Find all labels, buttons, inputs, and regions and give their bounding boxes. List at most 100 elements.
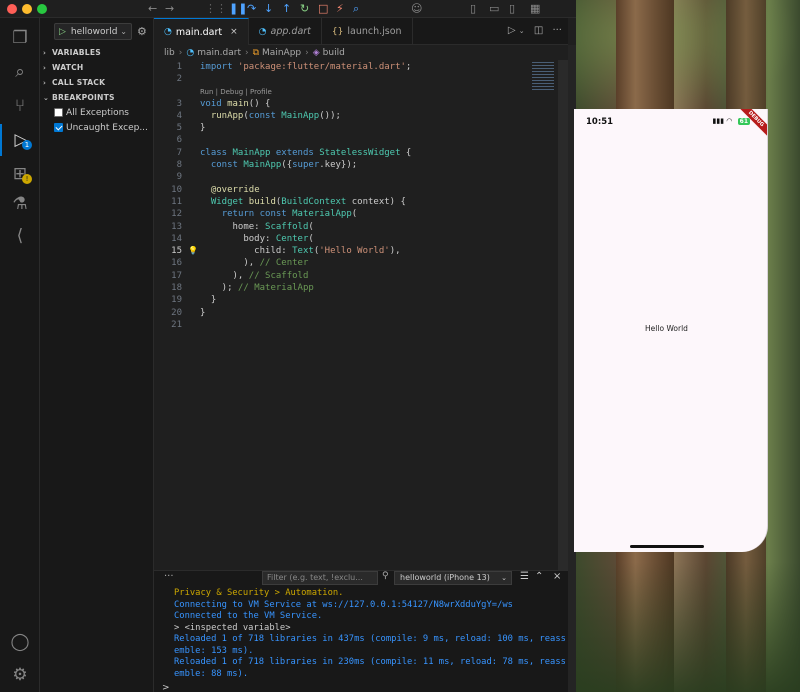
code-line[interactable]: 2 <box>154 73 568 85</box>
step-over-icon[interactable]: ↷ <box>247 2 256 16</box>
breadcrumb-item[interactable]: lib <box>164 48 175 58</box>
pause-icon[interactable]: ❚❚ <box>229 2 247 16</box>
json-file-icon: {} <box>331 26 344 37</box>
chevron-down-icon: ⌄ <box>120 27 127 36</box>
manage-gear-icon[interactable]: ⚙ <box>0 659 40 691</box>
code-line[interactable]: 5} <box>154 122 568 134</box>
close-window-button[interactable] <box>7 4 17 14</box>
toggle-sidebar-icon[interactable]: ▯ <box>470 2 476 16</box>
line-number: 14 <box>171 233 182 244</box>
checkbox[interactable] <box>54 123 63 132</box>
flutter-icon[interactable]: ⟨ <box>0 220 40 252</box>
code-line[interactable]: 9 <box>154 171 568 183</box>
code-line[interactable]: 4 runApp(const MainApp()); <box>154 110 568 122</box>
code-line[interactable]: 21 <box>154 319 568 331</box>
run-config-dropdown[interactable]: ▷ helloworld ⌄ <box>54 23 132 40</box>
code-line[interactable]: 3 void main() { <box>154 98 568 110</box>
section-watch[interactable]: › WATCH <box>40 60 153 75</box>
files-icon[interactable]: ❐ <box>0 22 40 54</box>
search-icon[interactable]: ⌕ <box>0 56 40 88</box>
code-line[interactable]: 12 return const MaterialApp( <box>154 208 568 220</box>
code-line[interactable]: 15 💡 child: Text('Hello World'), <box>154 245 568 257</box>
drag-handle-icon[interactable]: ⋮⋮ <box>205 2 227 16</box>
debug-badge: 1 <box>22 140 32 150</box>
code-line[interactable]: 7 class MainApp extends StatelessWidget { <box>154 147 568 159</box>
play-icon[interactable]: ▷ <box>59 27 66 37</box>
tab-main-dart[interactable]: ◔ main.dart × <box>154 18 249 45</box>
close-icon[interactable]: × <box>230 27 238 37</box>
toggle-panel-icon[interactable]: ▭ <box>489 2 499 16</box>
minimize-window-button[interactable] <box>22 4 32 14</box>
zoom-window-button[interactable] <box>37 4 47 14</box>
line-number: 10 <box>171 184 182 195</box>
console-line: > <inspected variable> <box>174 622 291 633</box>
gear-icon[interactable]: ⚙ <box>137 25 147 38</box>
hot-reload-icon[interactable]: ⚡ <box>336 2 344 16</box>
code-line[interactable]: 10 @override <box>154 184 568 196</box>
run-file-icon[interactable]: ▷ <box>508 25 516 36</box>
restart-icon[interactable]: ↻ <box>300 2 309 16</box>
section-breakpoints[interactable]: ⌄ BREAKPOINTS <box>40 90 153 105</box>
extensions-icon[interactable]: ⊞ ! <box>0 158 40 190</box>
chevron-down-icon[interactable]: ⌄ <box>519 27 525 35</box>
split-editor-icon[interactable]: ◫ <box>534 25 543 36</box>
section-title: BREAKPOINTS <box>52 93 115 102</box>
code-line[interactable]: 13 home: Scaffold( <box>154 221 568 233</box>
code-line[interactable]: 19 } <box>154 294 568 306</box>
customize-layout-icon[interactable]: ▦ <box>530 2 540 16</box>
step-into-icon[interactable]: ↓ <box>264 2 273 16</box>
account-icon[interactable]: ◯ <box>0 626 40 658</box>
forward-arrow-icon[interactable]: → <box>165 2 174 16</box>
breadcrumb-item[interactable]: main.dart <box>197 48 241 58</box>
code-line[interactable]: 18 ); // MaterialApp <box>154 282 568 294</box>
stop-icon[interactable]: □ <box>318 2 328 16</box>
code-line[interactable]: 16 ), // Center <box>154 257 568 269</box>
section-variables[interactable]: › VARIABLES <box>40 45 153 60</box>
code-line[interactable]: 8 const MainApp({super.key}); <box>154 159 568 171</box>
console-filter-input[interactable]: Filter (e.g. text, !exclu... <box>262 571 378 585</box>
filter-icon[interactable]: ⚲ <box>382 571 389 581</box>
console-line: Privacy & Security > Automation. <box>174 588 344 598</box>
breakpoint-all-exceptions[interactable]: All Exceptions <box>40 105 153 120</box>
code-line[interactable]: 20} <box>154 307 568 319</box>
chevron-right-icon: › <box>245 47 249 58</box>
devtools-icon[interactable]: ⌕ <box>353 2 359 16</box>
section-call-stack[interactable]: › CALL STACK <box>40 75 153 90</box>
breakpoint-uncaught-exceptions[interactable]: Uncaught Excep... <box>40 120 153 135</box>
toggle-secondary-sidebar-icon[interactable]: ▯ <box>509 2 515 16</box>
line-number: 8 <box>176 160 182 171</box>
code-line[interactable]: 14 body: Center( <box>154 233 568 245</box>
code-line[interactable]: 1 import 'package:flutter/material.dart'; <box>154 61 568 73</box>
section-title: VARIABLES <box>52 48 101 57</box>
tab-launch-json[interactable]: {} launch.json <box>322 18 413 45</box>
console-input-prompt[interactable]: > <box>162 683 170 692</box>
source-control-icon[interactable]: ⑂ <box>0 90 40 122</box>
breadcrumb-item[interactable]: build <box>323 48 345 58</box>
codelens-run-debug[interactable]: Run | Debug | Profile <box>154 86 568 98</box>
code-text: } <box>200 123 206 134</box>
clear-console-icon[interactable]: ☰ <box>520 571 529 582</box>
code-line[interactable]: 11 Widget build(BuildContext context) { <box>154 196 568 208</box>
debug-session-select[interactable]: helloworld (iPhone 13) ⌄ <box>394 571 512 585</box>
tab-label: app.dart <box>270 26 311 37</box>
tab-app-dart[interactable]: ◔ app.dart <box>249 18 322 45</box>
code-editor[interactable]: 1 import 'package:flutter/material.dart';… <box>154 61 568 331</box>
maximize-panel-icon[interactable]: ⌃ <box>535 571 543 582</box>
code-line[interactable]: 17 ), // Scaffold <box>154 270 568 282</box>
step-out-icon[interactable]: ↑ <box>282 2 291 16</box>
line-number: 15 <box>171 246 182 257</box>
home-indicator[interactable] <box>630 545 704 548</box>
editor-scrollbar[interactable] <box>558 60 568 570</box>
debug-icon[interactable]: ▷ 1 <box>0 124 40 156</box>
copilot-icon[interactable]: ☺ <box>411 2 422 16</box>
more-actions-icon[interactable]: ··· <box>552 25 562 36</box>
checkbox[interactable] <box>54 108 63 117</box>
more-icon[interactable]: ··· <box>164 571 174 582</box>
minimap[interactable] <box>532 62 554 92</box>
code-line[interactable]: 6 <box>154 134 568 146</box>
lightbulb-icon[interactable]: 💡 <box>188 245 198 257</box>
close-panel-icon[interactable]: × <box>553 571 561 582</box>
back-arrow-icon[interactable]: ← <box>148 2 157 16</box>
flask-icon[interactable]: ⚗ <box>0 188 40 220</box>
breadcrumb-item[interactable]: MainApp <box>262 48 301 58</box>
